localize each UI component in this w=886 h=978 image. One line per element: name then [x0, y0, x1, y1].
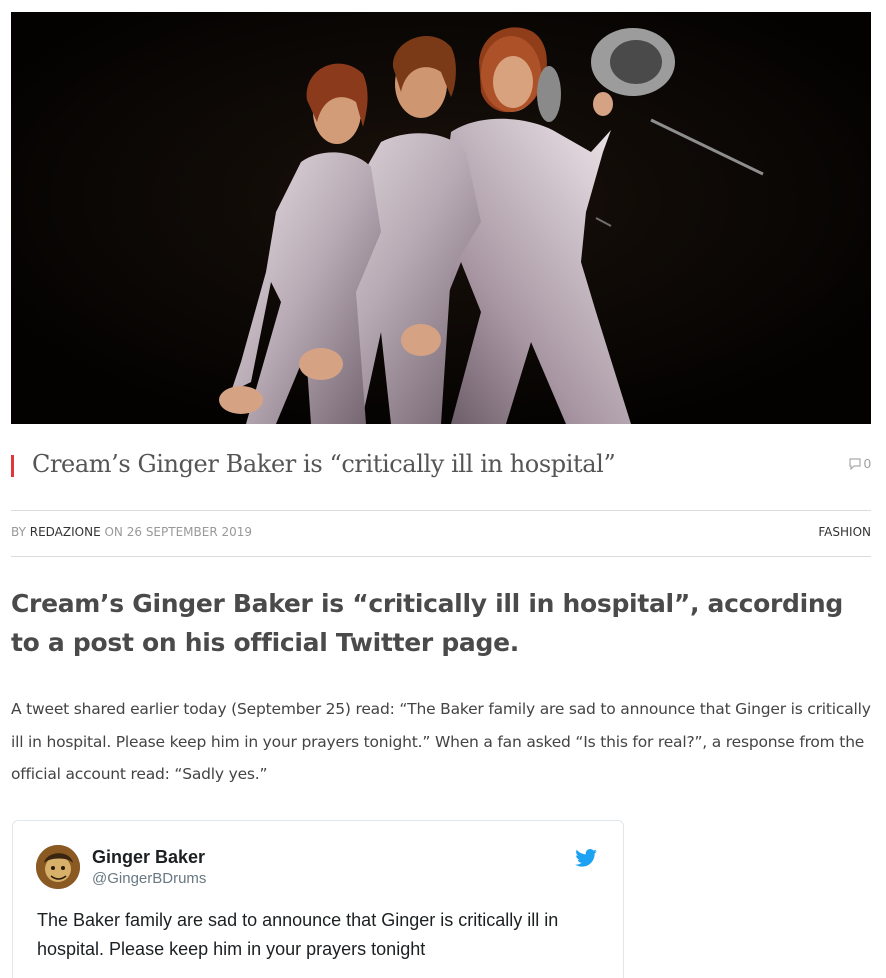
category-link[interactable]: FASHION: [818, 525, 871, 539]
embedded-tweet[interactable]: Ginger Baker @GingerBDrums The Baker fam…: [12, 820, 624, 978]
comment-count: 0: [863, 456, 871, 471]
post-date: 26 SEPTEMBER 2019: [126, 525, 253, 539]
divider: [11, 510, 871, 511]
avatar[interactable]: [36, 845, 80, 889]
post-meta: BY REDAZIONE ON 26 SEPTEMBER 2019 FASHIO…: [11, 525, 871, 541]
article-body-paragraph: A tweet shared earlier today (September …: [11, 700, 871, 783]
title-accent-bar: [11, 455, 14, 477]
by-label: BY: [11, 525, 26, 539]
post-title[interactable]: Cream’s Ginger Baker is “critically ill …: [32, 450, 616, 478]
featured-photo: [11, 12, 871, 424]
tweet-author-handle[interactable]: @GingerBDrums: [92, 870, 206, 887]
article-lead: Cream’s Ginger Baker is “critically ill …: [11, 589, 844, 657]
featured-image: [11, 12, 871, 424]
tweet-text: The Baker family are sad to announce tha…: [37, 910, 559, 959]
author-link[interactable]: REDAZIONE: [30, 525, 101, 539]
tweet-footer: [37, 971, 337, 978]
post-title-row: Cream’s Ginger Baker is “critically ill …: [11, 446, 871, 486]
tweet-author-name[interactable]: Ginger Baker: [92, 847, 205, 868]
divider: [11, 556, 871, 557]
on-label: ON: [104, 525, 123, 539]
avatar-image: [36, 845, 80, 889]
comment-count-link[interactable]: 0: [848, 456, 871, 471]
comment-bubble-icon: [849, 457, 861, 470]
twitter-bird-icon[interactable]: [575, 849, 597, 867]
